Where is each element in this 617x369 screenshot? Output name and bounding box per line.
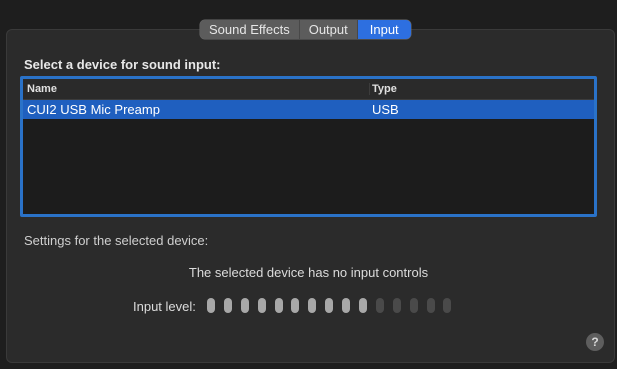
level-segment [426,298,435,313]
level-segment [257,298,266,313]
level-segment [240,298,249,313]
input-device-table[interactable]: Name Type CUI2 USB Mic Preamp USB [20,76,597,217]
tab-output[interactable]: Output [298,20,357,39]
device-name-cell: CUI2 USB Mic Preamp [27,102,160,117]
level-segment [207,298,215,313]
column-header-name[interactable]: Name [23,83,369,95]
tab-input[interactable]: Input [356,20,411,39]
column-header-type[interactable]: Type [369,83,594,95]
input-level-label: Input level: [133,299,196,314]
no-controls-message: The selected device has no input control… [188,265,429,280]
level-segment [443,298,452,313]
tab-sound-effects[interactable]: Sound Effects [200,20,299,39]
level-segment [375,298,384,313]
device-type-cell: USB [372,102,399,117]
level-segment [392,298,401,313]
level-segment [325,298,334,313]
level-segment [223,298,232,313]
level-segment [308,298,317,313]
table-header: Name Type [23,79,594,100]
input-level-meter [207,298,452,313]
level-segment [291,298,300,313]
level-segment [274,298,283,313]
sound-preferences-window: Sound Effects Output Input Select a devi… [0,0,617,369]
question-mark-icon[interactable]: ? [586,333,604,351]
section-title: Select a device for sound input: [24,57,221,72]
level-segment [359,298,368,313]
settings-label: Settings for the selected device: [24,233,209,248]
level-segment [342,298,351,313]
level-segment [409,298,418,313]
table-row[interactable]: CUI2 USB Mic Preamp USB [23,100,594,119]
tab-bar: Sound Effects Output Input [200,20,411,39]
